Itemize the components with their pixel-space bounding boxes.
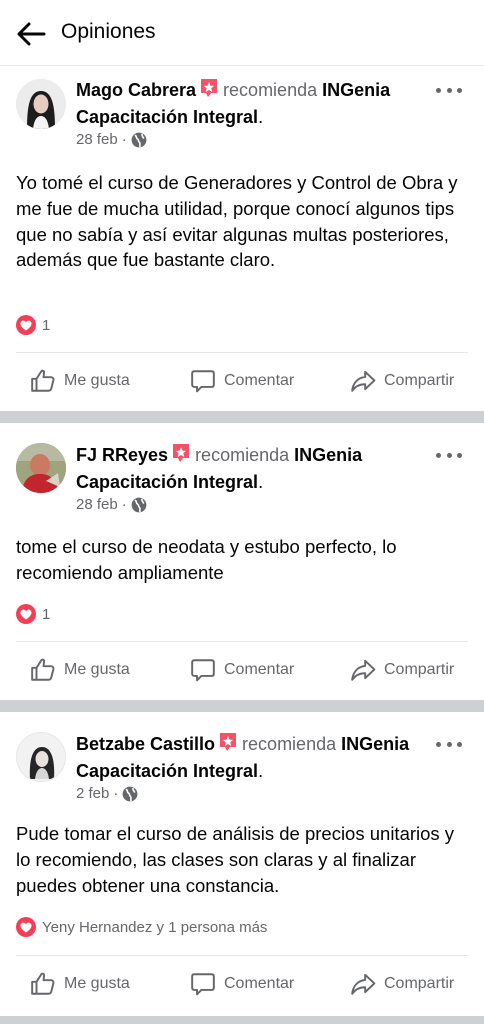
more-icon (436, 87, 441, 93)
recommend-badge-icon (218, 732, 238, 759)
more-icon (436, 452, 441, 458)
back-arrow-icon (17, 22, 46, 46)
reaction-count: 1 (42, 316, 51, 334)
avatar[interactable] (16, 79, 66, 129)
comment-button[interactable]: Comentar (190, 957, 294, 1011)
dot-separator: · (121, 496, 127, 513)
like-icon (31, 972, 55, 995)
divider (16, 955, 468, 956)
review-post: Mago Cabrera recomienda INGenia Capacitac… (0, 66, 484, 411)
share-button[interactable]: Compartir (350, 354, 454, 408)
recommends-verb: recomienda (223, 80, 318, 100)
review-header: FJ RReyes recomienda INGenia Capacitación… (76, 443, 363, 492)
share-label: Compartir (384, 975, 455, 992)
dot-separator: · (113, 785, 119, 802)
reaction-names: Yeny Hernandez y 1 persona más (42, 918, 268, 936)
share-icon (351, 973, 376, 995)
heart-icon (16, 917, 36, 937)
post-separator (0, 411, 484, 423)
review-text: tome el curso de neodata y estubo perfec… (16, 536, 397, 583)
action-bar: Me gusta Comentar Compartir (0, 354, 484, 408)
post-date[interactable]: 28 feb (76, 496, 118, 513)
review-text: Pude tomar el curso de análisis de preci… (16, 823, 455, 896)
heart-icon (16, 604, 36, 624)
more-options-button[interactable] (436, 83, 462, 97)
like-label: Me gusta (64, 975, 130, 992)
globe-icon (131, 497, 147, 513)
avatar[interactable] (16, 732, 66, 782)
like-label: Me gusta (64, 372, 130, 389)
reactions-summary[interactable]: 1 (16, 315, 50, 335)
like-icon (31, 369, 55, 392)
recommends-verb: recomienda (242, 734, 337, 754)
recommends-verb: recomienda (195, 445, 290, 465)
author-name[interactable]: Betzabe Castillo (76, 734, 215, 754)
like-button[interactable]: Me gusta (30, 354, 130, 408)
comment-icon (191, 659, 215, 682)
review-post: Betzabe Castillo recomienda INGenia Capac… (0, 712, 484, 1016)
back-button[interactable] (14, 18, 48, 50)
action-bar: Me gusta Comentar Compartir (0, 643, 484, 697)
more-icon (436, 741, 441, 747)
post-separator (0, 1016, 484, 1024)
more-options-button[interactable] (436, 448, 462, 462)
globe-icon (122, 786, 138, 802)
divider (16, 641, 468, 642)
review-post: FJ RReyes recomienda INGenia Capacitación… (0, 423, 484, 700)
post-separator (0, 700, 484, 712)
reaction-count: 1 (42, 605, 51, 623)
heart-icon (16, 315, 36, 335)
comment-label: Comentar (224, 372, 295, 389)
share-button[interactable]: Compartir (350, 957, 454, 1011)
post-meta: 28 feb · (76, 131, 147, 148)
like-label: Me gusta (64, 661, 130, 678)
dot-separator: · (121, 131, 127, 148)
action-bar: Me gusta Comentar Compartir (0, 957, 484, 1011)
top-bar: Opiniones (0, 0, 484, 66)
author-name[interactable]: FJ RReyes (76, 445, 168, 465)
like-button[interactable]: Me gusta (30, 957, 130, 1011)
reactions-summary[interactable]: 1 (16, 604, 50, 624)
more-options-button[interactable] (436, 737, 462, 751)
comment-button[interactable]: Comentar (190, 643, 294, 697)
post-meta: 2 feb · (76, 785, 138, 802)
comment-label: Comentar (224, 975, 295, 992)
recommend-badge-icon (199, 78, 219, 105)
share-label: Compartir (384, 661, 455, 678)
like-icon (31, 658, 55, 681)
comment-icon (191, 370, 215, 393)
page-title: Opiniones (61, 20, 156, 43)
share-button[interactable]: Compartir (350, 643, 454, 697)
post-meta: 28 feb · (76, 496, 147, 513)
share-label: Compartir (384, 372, 455, 389)
comment-label: Comentar (224, 661, 295, 678)
comment-button[interactable]: Comentar (190, 354, 294, 408)
comment-icon (191, 973, 215, 996)
review-text: Yo tomé el curso de Generadores y Contro… (16, 172, 458, 271)
recommend-badge-icon (171, 443, 191, 470)
divider (16, 352, 468, 353)
like-button[interactable]: Me gusta (30, 643, 130, 697)
share-icon (351, 370, 376, 392)
globe-icon (131, 132, 147, 148)
post-date[interactable]: 2 feb (76, 785, 109, 802)
share-icon (351, 659, 376, 681)
review-header: Mago Cabrera recomienda INGenia Capacitac… (76, 78, 391, 127)
post-date[interactable]: 28 feb (76, 131, 118, 148)
avatar[interactable] (16, 443, 66, 493)
review-header: Betzabe Castillo recomienda INGenia Capac… (76, 732, 410, 781)
author-name[interactable]: Mago Cabrera (76, 80, 196, 100)
reactions-summary[interactable]: Yeny Hernandez y 1 persona más (16, 917, 267, 937)
